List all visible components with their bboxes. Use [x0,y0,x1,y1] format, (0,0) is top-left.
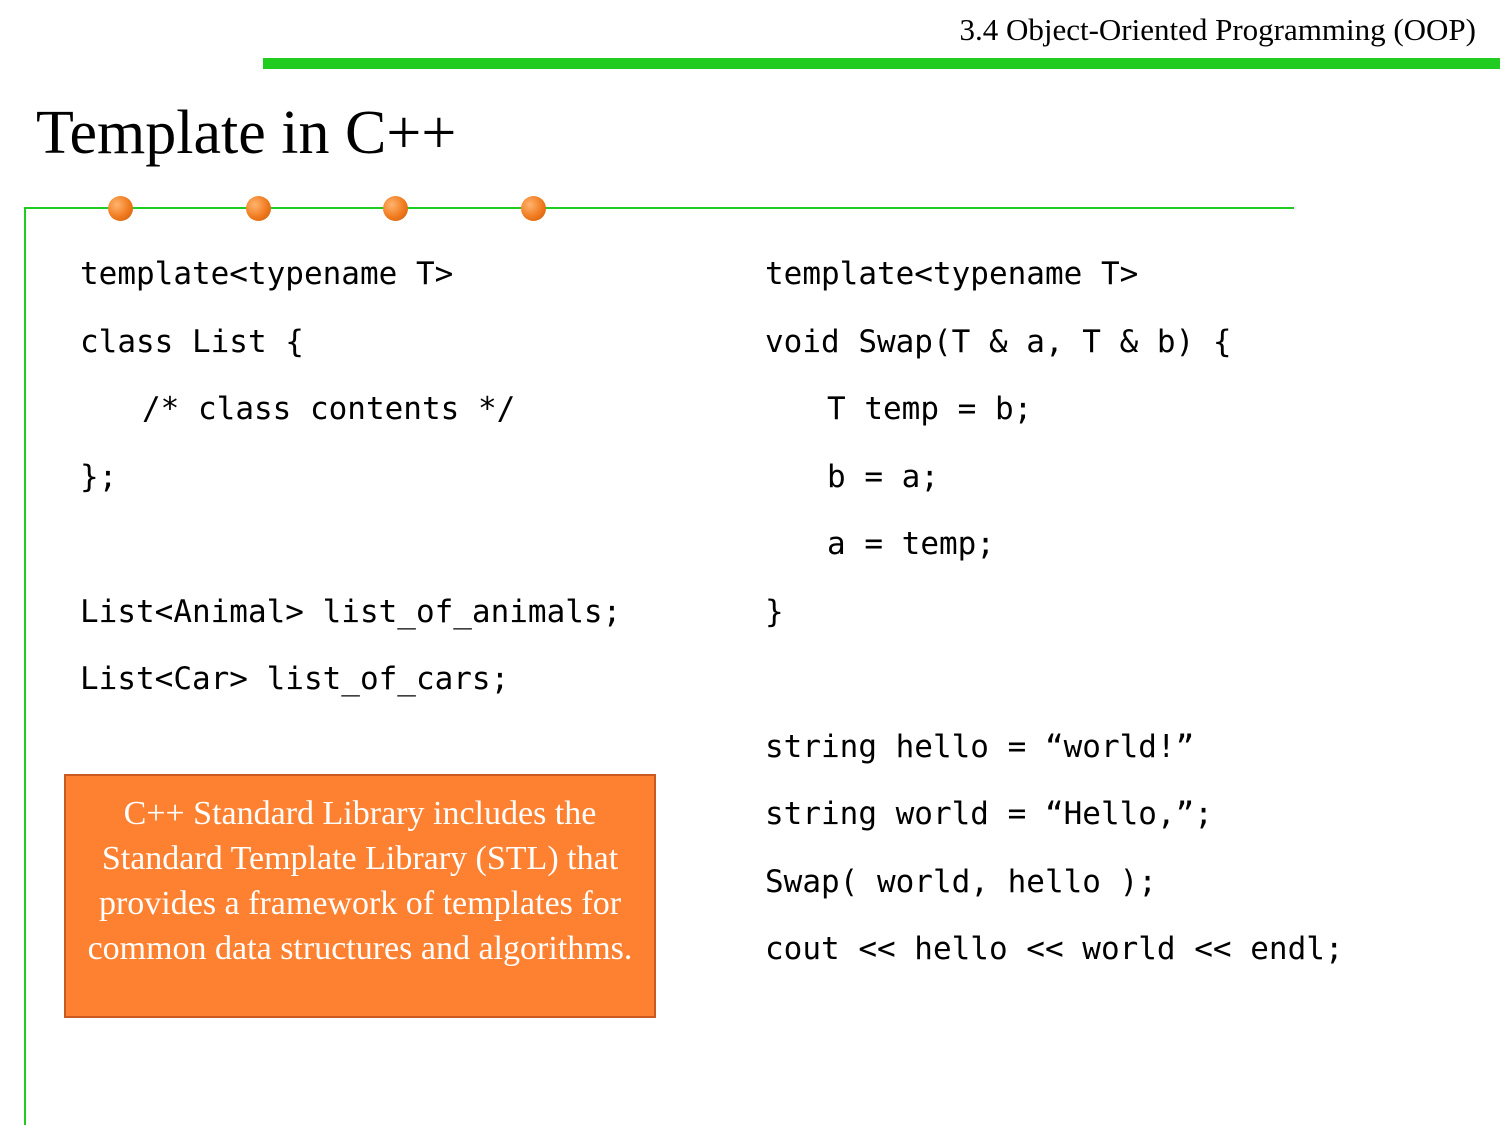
frame-left-rule [24,207,26,1125]
code-line: void Swap(T & a, T & b) { [765,323,1232,360]
slide-title: Template in C++ [36,99,457,167]
bullet-dot [383,196,408,221]
right-code-block: template<typename T> void Swap(T & a, T … [765,250,1344,993]
code-line: /* class contents */ [142,391,516,427]
code-line: a = temp; [827,526,995,562]
code-line: T temp = b; [827,391,1033,427]
code-line: cout << hello << world << endl; [765,931,1344,967]
code-line: List<Animal> list_of_animals; [80,593,622,630]
code-line: Swap( world, hello ); [765,863,1157,900]
left-code-block: template<typename T> class List { /* cla… [80,250,621,723]
bullet-dot [246,196,271,221]
bullet-dot [521,196,546,221]
code-line: string hello = “world!” [765,728,1195,765]
code-line: List<Car> list_of_cars; [80,661,510,697]
header-rule [263,58,1500,69]
section-header: 3.4 Object-Oriented Programming (OOP) [959,12,1476,47]
code-line: } [765,593,784,630]
frame-top-rule [24,207,1294,209]
code-line: template<typename T> [765,256,1139,292]
bullet-dot [108,196,133,221]
code-line: template<typename T> [80,256,454,292]
code-line: }; [80,458,118,495]
stl-note-box: C++ Standard Library includes the Standa… [64,774,656,1018]
code-line: string world = “Hello,”; [765,796,1213,832]
code-line: class List { [80,323,304,360]
code-line: b = a; [827,458,939,495]
